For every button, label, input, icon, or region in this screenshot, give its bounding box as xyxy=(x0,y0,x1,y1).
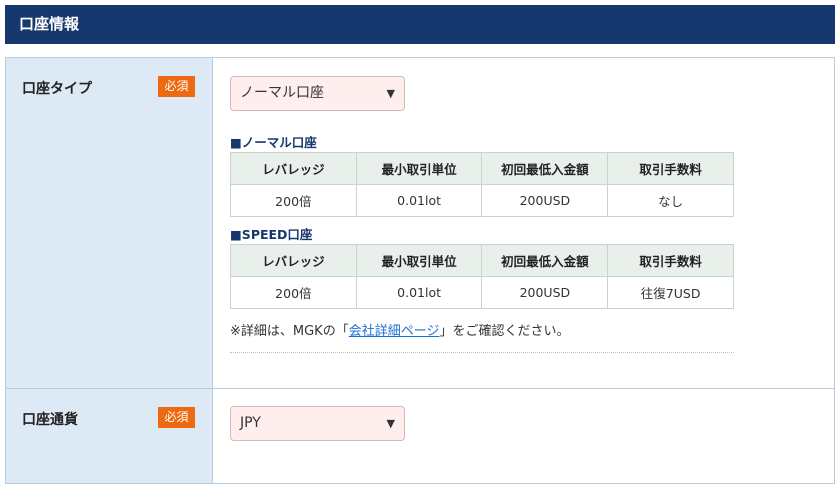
header-fee: 取引手数料 xyxy=(607,244,734,277)
header-min-lot: 最小取引単位 xyxy=(355,152,483,185)
section-header: 口座情報 xyxy=(5,5,835,44)
header-fee: 取引手数料 xyxy=(607,152,734,185)
currency-row: 口座通貨 必須 JPY ▼ xyxy=(6,388,834,483)
header-min-deposit: 初回最低入金額 xyxy=(481,152,609,185)
value-fee: なし xyxy=(607,184,734,217)
dotted-divider xyxy=(230,352,734,353)
company-details-link[interactable]: 会社詳細ページ xyxy=(349,324,440,339)
header-leverage: レバレッジ xyxy=(230,244,357,277)
value-min-lot: 0.01lot xyxy=(355,184,483,217)
currency-selected: JPY xyxy=(240,415,261,431)
value-leverage: 200倍 xyxy=(230,184,357,217)
note-suffix: 」をご確認ください。 xyxy=(439,324,570,339)
currency-value-cell: JPY ▼ xyxy=(213,389,834,483)
note-prefix: ※詳細は、MGKの「 xyxy=(230,324,349,339)
currency-label-cell: 口座通貨 必須 xyxy=(6,389,213,483)
header-leverage: レバレッジ xyxy=(230,152,357,185)
currency-label: 口座通貨 xyxy=(22,412,78,428)
account-type-selected: ノーマル口座 xyxy=(240,85,324,101)
value-min-deposit: 200USD xyxy=(481,276,609,309)
value-min-lot: 0.01lot xyxy=(355,276,483,309)
speed-table-title: ■SPEED口座 xyxy=(230,227,313,242)
required-badge: 必須 xyxy=(158,407,195,428)
header-min-lot: 最小取引単位 xyxy=(355,244,483,277)
value-fee: 往復7USD xyxy=(607,276,734,309)
chevron-down-icon: ▼ xyxy=(386,417,395,430)
form-table: 口座タイプ 必須 ノーマル口座 ▼ ■ノーマル口座 レバレッジ 最小取引単位 初… xyxy=(5,57,835,484)
account-type-select[interactable]: ノーマル口座 ▼ xyxy=(230,76,405,111)
section-title: 口座情報 xyxy=(19,15,80,33)
chevron-down-icon: ▼ xyxy=(386,87,395,100)
account-type-row: 口座タイプ 必須 ノーマル口座 ▼ ■ノーマル口座 レバレッジ 最小取引単位 初… xyxy=(6,58,834,388)
value-leverage: 200倍 xyxy=(230,276,357,309)
account-type-value-cell: ノーマル口座 ▼ ■ノーマル口座 レバレッジ 最小取引単位 初回最低入金額 取引… xyxy=(213,58,834,388)
normal-spec-table: レバレッジ 最小取引単位 初回最低入金額 取引手数料 200倍 0.01lot … xyxy=(230,152,734,217)
account-type-label: 口座タイプ xyxy=(22,81,92,97)
required-badge: 必須 xyxy=(158,76,195,97)
normal-table-title: ■ノーマル口座 xyxy=(230,135,317,150)
currency-select[interactable]: JPY ▼ xyxy=(230,406,405,441)
header-min-deposit: 初回最低入金額 xyxy=(481,244,609,277)
value-min-deposit: 200USD xyxy=(481,184,609,217)
account-type-label-cell: 口座タイプ 必須 xyxy=(6,58,213,388)
speed-spec-table: レバレッジ 最小取引単位 初回最低入金額 取引手数料 200倍 0.01lot … xyxy=(230,244,734,309)
details-note: ※詳細は、MGKの「会社詳細ページ」をご確認ください。 xyxy=(230,320,569,339)
